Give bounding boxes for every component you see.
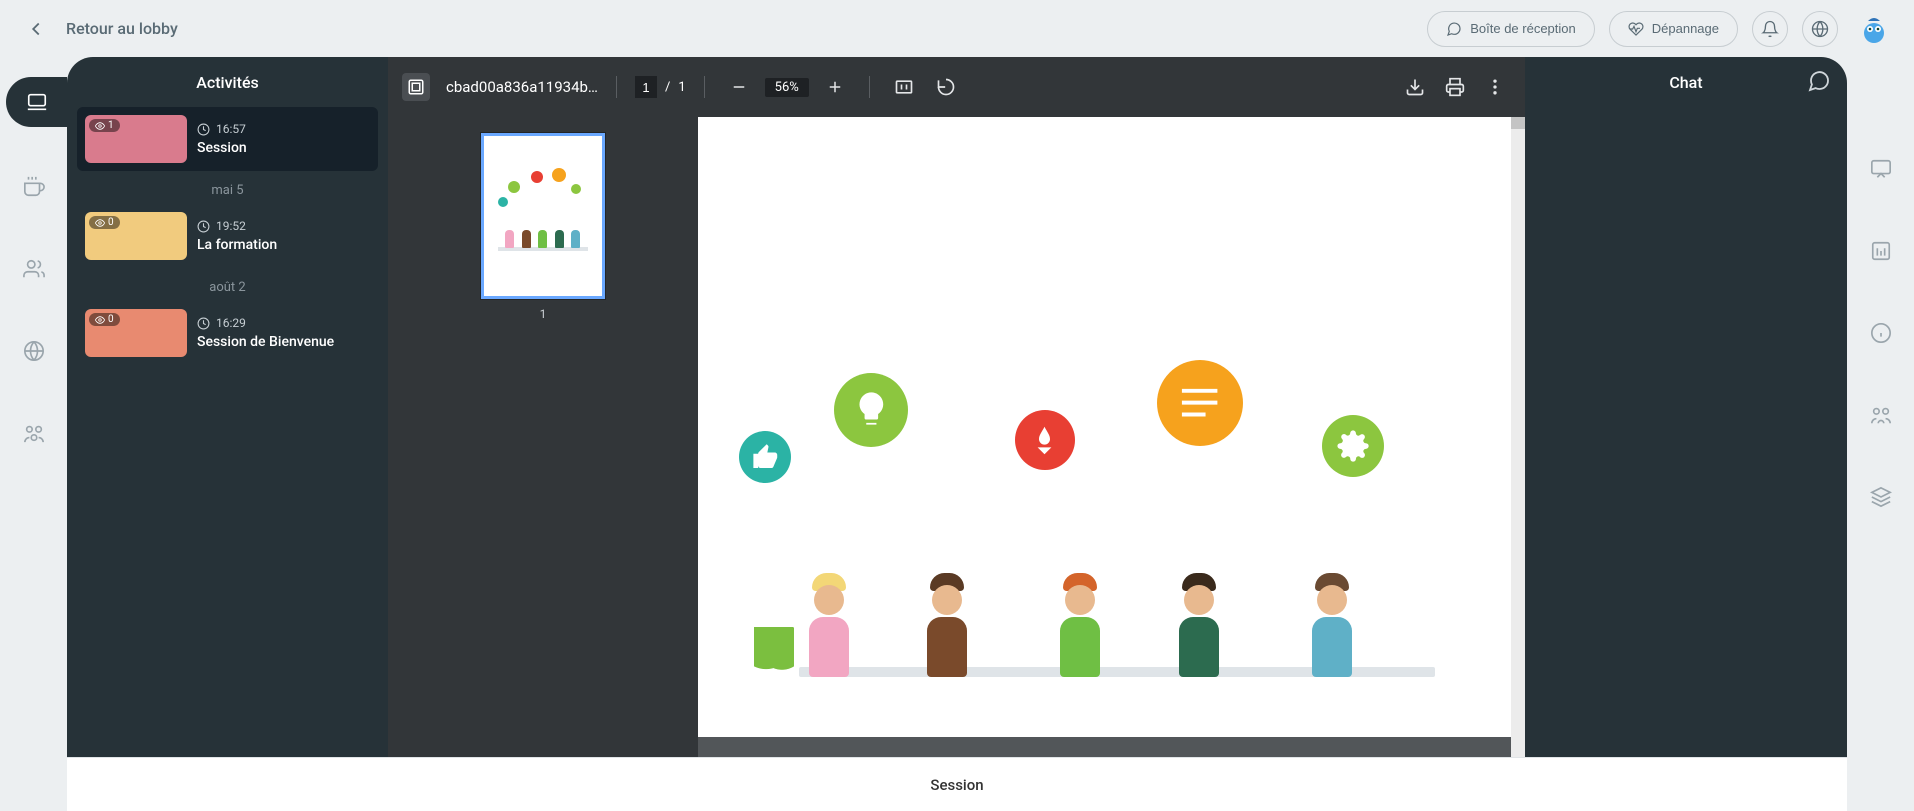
activity-item[interactable]: 0 19:52 La formation [77,204,378,268]
support-label: Dépannage [1652,21,1719,36]
activity-thumbnail: 1 [85,115,187,163]
back-arrow[interactable] [24,17,48,41]
views-count: 1 [108,120,114,131]
activity-title: La formation [197,237,277,253]
chat-header-label: Chat [1669,73,1702,92]
footer-title: Session [67,757,1847,811]
views-count: 0 [108,314,114,325]
activity-item[interactable]: 0 16:29 Session de Bienvenue [77,301,378,365]
activity-thumbnail: 0 [85,309,187,357]
chat-messages[interactable] [1525,107,1847,766]
coffee-icon [23,176,45,198]
activities-panel: Activités 1 [67,57,388,811]
rail-item-participants[interactable] [12,247,56,291]
doc-app-icon [402,73,430,101]
activity-thumbnail: 0 [85,212,187,260]
notifications-button[interactable] [1752,11,1788,47]
rail-item-poll[interactable] [1859,229,1903,273]
document-page [698,117,1511,737]
more-menu-button[interactable] [1479,71,1511,103]
document-viewer: cbad00a836a11934b… / 1 56% [388,57,1525,811]
page-illustration [708,297,1495,717]
user-avatar[interactable] [1858,13,1890,45]
bell-icon [1761,20,1779,38]
fit-page-button[interactable] [888,71,920,103]
layers-icon [1870,486,1892,508]
eye-icon [95,315,105,325]
separator [704,76,705,98]
chat-panel: Chat [1525,57,1847,811]
laptop-icon [26,91,48,113]
presentation-icon [1870,158,1892,180]
lobby-label[interactable]: Retour au lobby [66,19,178,38]
page-canvas[interactable] [698,117,1525,811]
right-rail [1847,57,1914,811]
rail-item-activities[interactable] [6,77,67,127]
globe-icon [23,340,45,362]
views-badge: 0 [89,313,120,326]
globe-icon [1811,20,1829,38]
views-badge: 1 [89,119,120,132]
page-total: 1 [678,80,685,95]
rail-item-web[interactable] [12,329,56,373]
activities-header: Activités [67,57,388,107]
date-separator: août 2 [77,268,378,301]
rail-item-present[interactable] [1859,147,1903,191]
doc-title: cbad00a836a11934b… [446,78,598,96]
separator [616,76,617,98]
views-count: 0 [108,217,114,228]
rail-item-layers[interactable] [1859,475,1903,519]
group-icon [23,422,45,444]
users-icon [23,258,45,280]
poll-icon [1870,240,1892,262]
rail-item-break[interactable] [12,165,56,209]
rotate-button[interactable] [930,71,962,103]
activity-title: Session [197,140,247,156]
rail-item-people[interactable] [1859,393,1903,437]
activity-time: 19:52 [216,219,246,233]
chat-icon [1446,21,1462,37]
eye-icon [95,121,105,131]
activity-time: 16:57 [216,122,246,136]
clock-icon [197,123,210,136]
left-rail [0,57,67,811]
zoom-out-button[interactable] [723,71,755,103]
inbox-button[interactable]: Boîte de réception [1427,11,1595,47]
heart-pulse-icon [1628,21,1644,37]
clock-icon [197,317,210,330]
thumb-page-number: 1 [540,307,547,321]
print-button[interactable] [1439,71,1471,103]
page-thumbnail[interactable] [481,133,605,299]
views-badge: 0 [89,216,120,229]
info-icon [1870,322,1892,344]
activity-time: 16:29 [216,316,246,330]
activity-item[interactable]: 1 16:57 Session [77,107,378,171]
separator [869,76,870,98]
language-button[interactable] [1802,11,1838,47]
support-button[interactable]: Dépannage [1609,11,1738,47]
zoom-value[interactable]: 56% [765,78,809,97]
clock-icon [197,220,210,233]
page-sep: / [665,80,670,95]
rail-item-info[interactable] [1859,311,1903,355]
inbox-label: Boîte de réception [1470,21,1576,36]
doc-toolbar: cbad00a836a11934b… / 1 56% [388,57,1525,117]
vertical-scrollbar[interactable] [1511,117,1525,811]
thumbnail-strip: 1 [388,117,698,811]
rail-item-groups[interactable] [12,411,56,455]
zoom-in-button[interactable] [819,71,851,103]
eye-icon [95,218,105,228]
page-current-input[interactable] [635,76,657,98]
date-separator: mai 5 [77,171,378,204]
people-icon [1870,404,1892,426]
chat-expand-icon[interactable] [1807,69,1831,93]
activity-title: Session de Bienvenue [197,334,334,350]
download-button[interactable] [1399,71,1431,103]
